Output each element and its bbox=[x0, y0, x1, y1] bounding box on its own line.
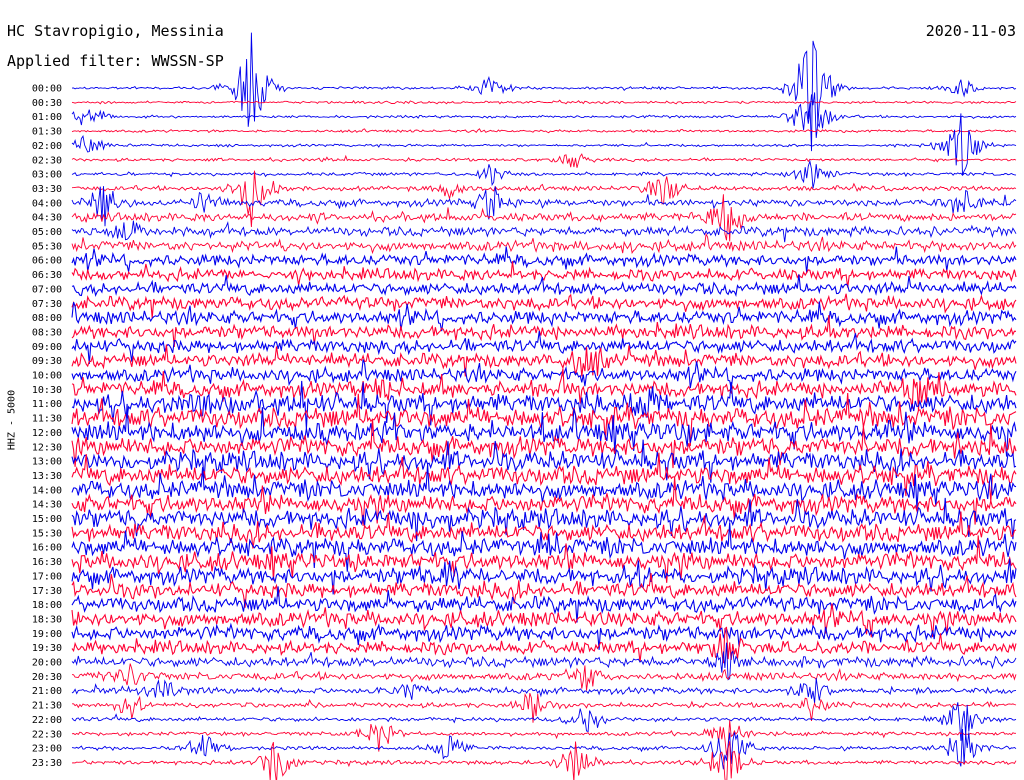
time-label: 18:30 bbox=[32, 614, 62, 625]
time-label: 16:30 bbox=[32, 557, 62, 568]
time-label: 11:30 bbox=[32, 414, 62, 425]
time-label: 23:00 bbox=[32, 744, 62, 755]
trace-line bbox=[71, 642, 1017, 681]
trace-line bbox=[71, 331, 1017, 365]
time-label: 20:30 bbox=[32, 672, 62, 683]
time-label: 06:30 bbox=[32, 270, 62, 281]
time-label: 08:30 bbox=[32, 327, 62, 338]
trace-line bbox=[71, 159, 1017, 189]
time-label: 11:00 bbox=[32, 399, 62, 410]
trace-line bbox=[71, 344, 1017, 377]
time-label: 00:00 bbox=[32, 84, 62, 95]
time-label: 17:30 bbox=[32, 586, 62, 597]
time-label: 12:00 bbox=[32, 428, 62, 439]
time-label: 21:30 bbox=[32, 701, 62, 712]
time-label: 16:00 bbox=[32, 543, 62, 554]
time-label: 10:30 bbox=[32, 385, 62, 396]
time-label: 04:30 bbox=[32, 213, 62, 224]
time-label: 01:00 bbox=[32, 112, 62, 123]
time-label: 03:30 bbox=[32, 184, 62, 195]
time-label: 12:30 bbox=[32, 442, 62, 453]
time-label: 07:30 bbox=[32, 299, 62, 310]
seismogram-page: HC Stavropigio, Messinia Applied filter:… bbox=[0, 0, 1024, 780]
trace-line bbox=[71, 170, 1017, 228]
time-label: 04:00 bbox=[32, 198, 62, 209]
time-label: 13:00 bbox=[32, 457, 62, 468]
time-label: 17:00 bbox=[32, 571, 62, 582]
trace-line bbox=[72, 692, 1017, 723]
trace-line bbox=[71, 678, 1017, 704]
time-label: 05:30 bbox=[32, 241, 62, 252]
trace-line bbox=[71, 246, 1017, 274]
trace-line bbox=[71, 32, 1017, 152]
time-label: 14:00 bbox=[32, 485, 62, 496]
time-label: 18:00 bbox=[32, 600, 62, 611]
time-label: 08:00 bbox=[32, 313, 62, 324]
trace-line bbox=[71, 232, 1017, 255]
time-label: 23:30 bbox=[32, 758, 62, 769]
helicorder-chart: 00:00 00:30 01:00 01:30 02:00 02:30 03:00 03:30… bbox=[32, 32, 1017, 780]
time-label: 14:30 bbox=[32, 500, 62, 511]
time-label: 10:00 bbox=[32, 371, 62, 382]
time-label: 22:00 bbox=[32, 715, 62, 726]
time-label: 15:30 bbox=[32, 528, 62, 539]
trace-line bbox=[71, 220, 1017, 243]
trace-line bbox=[71, 153, 1017, 168]
time-label: 22:30 bbox=[32, 729, 62, 740]
trace-line bbox=[71, 663, 1017, 691]
trace-line bbox=[71, 380, 1017, 429]
time-label: 00:30 bbox=[32, 98, 62, 109]
time-label: 02:00 bbox=[32, 141, 62, 152]
time-label: 19:30 bbox=[32, 643, 62, 654]
time-label: 13:30 bbox=[32, 471, 62, 482]
time-label: 20:00 bbox=[32, 658, 62, 669]
time-label: 05:00 bbox=[32, 227, 62, 238]
time-label: 07:00 bbox=[32, 284, 62, 295]
time-label: 02:30 bbox=[32, 155, 62, 166]
trace-line bbox=[71, 99, 1017, 105]
trace-line bbox=[71, 720, 1016, 756]
time-label: 21:00 bbox=[32, 686, 62, 697]
time-label: 09:00 bbox=[32, 342, 62, 353]
time-label: 19:00 bbox=[32, 629, 62, 640]
time-label: 06:00 bbox=[32, 256, 62, 267]
time-label: 03:00 bbox=[32, 170, 62, 181]
time-label: 09:30 bbox=[32, 356, 62, 367]
trace-line bbox=[71, 128, 1017, 134]
trace-line bbox=[71, 113, 1017, 176]
time-label: 15:00 bbox=[32, 514, 62, 525]
time-label: 01:30 bbox=[32, 127, 62, 138]
